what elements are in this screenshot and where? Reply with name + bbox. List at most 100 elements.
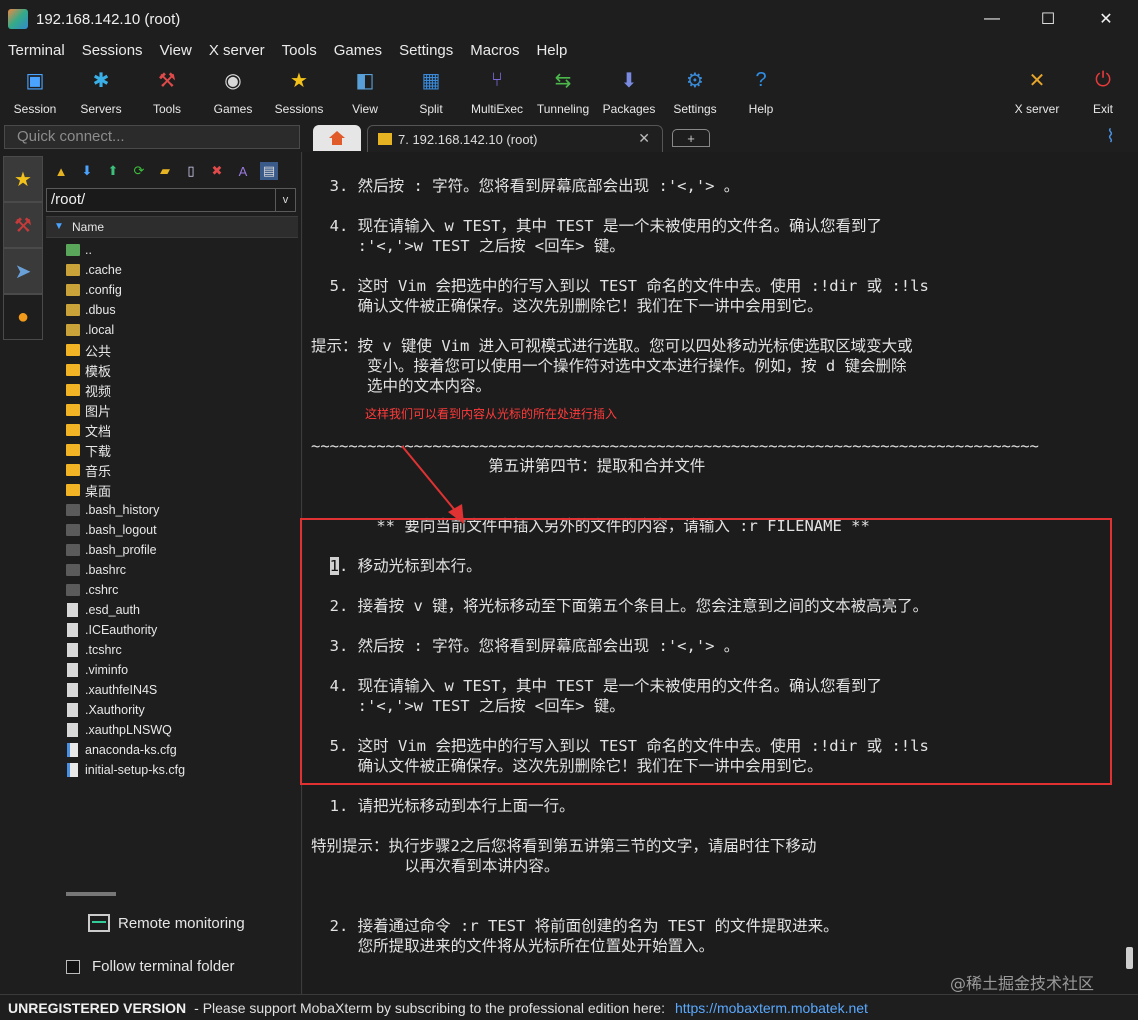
games-button[interactable]: ◉ Games xyxy=(200,66,266,120)
exit-button[interactable]: ⏻ Exit xyxy=(1070,66,1136,120)
menu-settings[interactable]: Settings xyxy=(399,42,453,59)
x-server-button[interactable]: ✕ X server xyxy=(1004,66,1070,120)
quick-connect-input[interactable]: Quick connect... xyxy=(4,125,300,149)
file-row[interactable]: 模板 xyxy=(66,360,298,380)
new-folder-icon[interactable]: ▰ xyxy=(156,162,174,180)
view-mode-icon[interactable]: ▤ xyxy=(260,162,278,180)
new-file-icon[interactable]: ▯ xyxy=(182,162,200,180)
folder-icon xyxy=(66,404,80,416)
file-row[interactable]: .dbus xyxy=(66,300,298,320)
file-row[interactable]: 公共 xyxy=(66,340,298,360)
tab-close-icon[interactable]: ✕ xyxy=(638,130,650,147)
window-title: 192.168.142.10 (root) xyxy=(36,10,181,28)
file-row[interactable]: .bashrc xyxy=(66,560,298,580)
follow-terminal-folder-option[interactable]: Follow terminal folder xyxy=(66,958,235,975)
file-row[interactable]: .bash_profile xyxy=(66,540,298,560)
parent-folder-icon[interactable]: ▲ xyxy=(52,162,70,180)
home-tab[interactable] xyxy=(313,125,361,151)
scrollbar-thumb[interactable] xyxy=(1126,947,1133,969)
file-row[interactable]: .config xyxy=(66,280,298,300)
file-row[interactable]: 文档 xyxy=(66,420,298,440)
sessions-button[interactable]: ★ Sessions xyxy=(266,66,332,120)
file-row[interactable]: .Xauthority xyxy=(66,700,298,720)
minimize-button[interactable]: — xyxy=(964,0,1020,38)
remote-monitoring-button[interactable]: Remote monitoring xyxy=(88,914,245,932)
file-icon xyxy=(66,504,80,516)
sftp-send-tab[interactable]: ➤ xyxy=(3,248,43,294)
file-row[interactable]: 视频 xyxy=(66,380,298,400)
toolbar-label: Games xyxy=(213,102,253,116)
refresh-icon[interactable]: ⟳ xyxy=(130,162,148,180)
session-tab[interactable]: 7. 192.168.142.10 (root) ✕ xyxy=(367,125,663,152)
follow-terminal-checkbox[interactable] xyxy=(66,959,80,974)
file-row[interactable]: anaconda-ks.cfg xyxy=(66,740,298,760)
terminal-scrollbar[interactable] xyxy=(1123,152,1138,994)
download-icon[interactable]: ⬇ xyxy=(78,162,96,180)
tunneling-button[interactable]: ⇆ Tunneling xyxy=(530,66,596,120)
multiexec-button[interactable]: ⑂ MultiExec xyxy=(464,66,530,120)
file-icon xyxy=(67,663,78,677)
file-name: 文档 xyxy=(85,424,112,440)
session-button[interactable]: ▣ Session xyxy=(2,66,68,120)
file-row[interactable]: 图片 xyxy=(66,400,298,420)
games-icon: ◉ xyxy=(224,69,242,92)
split-button[interactable]: ▦ Split xyxy=(398,66,464,120)
new-tab-button[interactable]: + xyxy=(672,129,710,147)
path-input[interactable]: /root/ v xyxy=(46,188,296,212)
file-row[interactable]: 桌面 xyxy=(66,480,298,500)
packages-icon: ⬇ xyxy=(620,69,638,92)
menu-view[interactable]: View xyxy=(160,42,192,59)
file-row[interactable]: .xauthpLNSWQ xyxy=(66,720,298,740)
menu-macros[interactable]: Macros xyxy=(470,42,519,59)
delete-icon[interactable]: ✖ xyxy=(208,162,226,180)
upload-icon[interactable]: ⬆ xyxy=(104,162,122,180)
menu-x-server[interactable]: X server xyxy=(209,42,265,59)
file-browser-toolbar: ▲ ⬇ ⬆ ⟳ ▰ ▯ ✖ A ▤ xyxy=(44,156,302,186)
file-row[interactable]: .cache xyxy=(66,260,298,280)
menu-terminal[interactable]: Terminal xyxy=(8,42,65,59)
packages-button[interactable]: ⬇ Packages xyxy=(596,66,662,120)
close-button[interactable]: ✕ xyxy=(1078,0,1134,38)
file-row[interactable]: .esd_auth xyxy=(66,600,298,620)
mobatek-link[interactable]: https://mobaxterm.mobatek.net xyxy=(675,1000,868,1016)
file-row[interactable]: .. xyxy=(66,240,298,260)
maximize-button[interactable]: ☐ xyxy=(1020,0,1076,38)
servers-icon: ✱ xyxy=(92,69,110,92)
servers-button[interactable]: ✱ Servers xyxy=(68,66,134,120)
menu-tools[interactable]: Tools xyxy=(282,42,317,59)
main-toolbar: ▣ Session ✱ Servers ⚒ Tools ◉ Games ★ Sessions ◧ Vi… xyxy=(0,62,1138,122)
file-row[interactable]: .tcshrc xyxy=(66,640,298,660)
file-row[interactable]: initial-setup-ks.cfg xyxy=(66,760,298,780)
macros-tab[interactable]: ● xyxy=(3,294,43,340)
settings-button[interactable]: ⚙ Settings xyxy=(662,66,728,120)
file-row[interactable]: 音乐 xyxy=(66,460,298,480)
chevron-down-icon[interactable]: v xyxy=(275,189,295,211)
annotation-arrow xyxy=(401,445,464,524)
menu-games[interactable]: Games xyxy=(334,42,382,59)
menu-sessions[interactable]: Sessions xyxy=(82,42,143,59)
file-row[interactable]: 下载 xyxy=(66,440,298,460)
tools-button[interactable]: ⚒ Tools xyxy=(134,66,200,120)
sessions-star-tab[interactable]: ★ xyxy=(3,156,43,202)
file-row[interactable]: .local xyxy=(66,320,298,340)
file-row[interactable]: .bash_history xyxy=(66,500,298,520)
help-button[interactable]: ? Help xyxy=(728,66,794,120)
toolbar-label: Servers xyxy=(80,102,122,116)
file-row[interactable]: .cshrc xyxy=(66,580,298,600)
menu-help[interactable]: Help xyxy=(536,42,567,59)
column-header-name[interactable]: ▼ Name xyxy=(46,216,298,238)
view-button[interactable]: ◧ View xyxy=(332,66,398,120)
file-row[interactable]: .bash_logout xyxy=(66,520,298,540)
attach-icon[interactable]: ⌇ xyxy=(1106,126,1115,147)
file-name: initial-setup-ks.cfg xyxy=(85,763,186,777)
sidebar-tab-column: ★ ⚒ ➤ ● xyxy=(0,152,44,994)
file-row[interactable]: .viminfo xyxy=(66,660,298,680)
rename-icon[interactable]: A xyxy=(234,162,252,180)
file-row[interactable]: .ICEauthority xyxy=(66,620,298,640)
panel-resize-handle[interactable] xyxy=(66,892,116,896)
file-row[interactable]: .xauthfeIN4S xyxy=(66,680,298,700)
parent-dir-icon xyxy=(66,244,80,256)
path-value: /root/ xyxy=(51,191,86,208)
terminal-line: 变小。接着您可以使用一个操作符对选中文本进行操作。例如，按 d 键会删除 xyxy=(311,357,907,375)
tools-tab[interactable]: ⚒ xyxy=(3,202,43,248)
